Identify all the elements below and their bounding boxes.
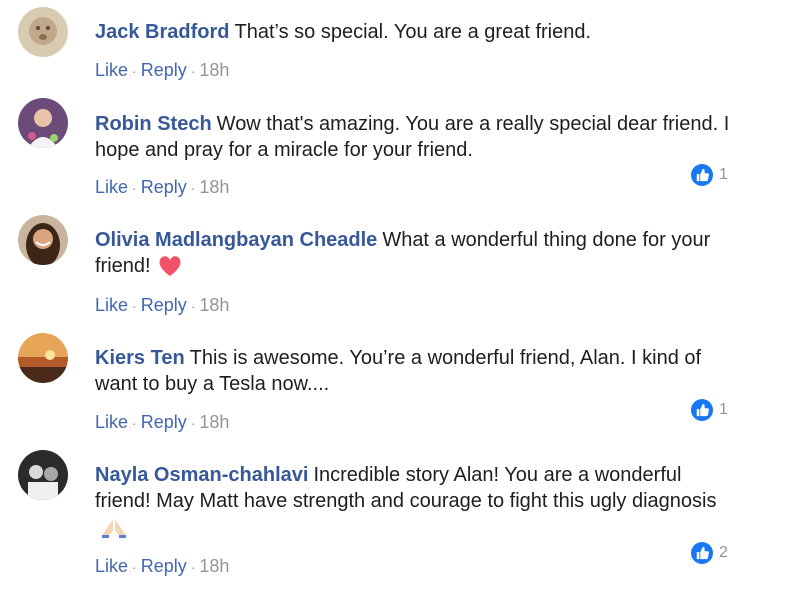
reaction-count: 2 — [719, 544, 728, 561]
comment-body: Robin Stech Wow that's amazing. You are a… — [95, 111, 735, 163]
comment-timestamp[interactable]: 18h — [199, 556, 229, 576]
comment-text: This is awesome. You’re a wonderful frie… — [95, 347, 702, 395]
comment-body: Nayla Osman-chahlavi Incredible story Ala… — [95, 462, 735, 546]
separator-dot: · — [190, 298, 196, 314]
reaction-summary[interactable]: 1 — [691, 399, 728, 421]
comment-text: That’s so special. You are a great frien… — [234, 21, 592, 43]
pray-emoji-icon — [101, 515, 127, 546]
reply-button[interactable]: Reply — [141, 295, 187, 315]
comment-author[interactable]: Kiers Ten — [95, 347, 185, 369]
avatar[interactable] — [18, 333, 68, 383]
reaction-summary[interactable]: 1 — [691, 164, 728, 186]
like-button[interactable]: Like — [95, 177, 128, 197]
heart-emoji-icon — [157, 254, 183, 285]
reaction-summary[interactable]: 2 — [691, 542, 728, 564]
thumbs-up-icon — [691, 542, 713, 564]
thumbs-up-icon — [691, 164, 713, 186]
comment-item: Olivia Madlangbayan Cheadle What a wonder… — [0, 210, 800, 325]
comment-actions: Like · Reply · 18h — [95, 59, 229, 82]
like-button[interactable]: Like — [95, 60, 128, 80]
comment-item: Jack Bradford That’s so special. You are … — [0, 0, 800, 90]
reply-button[interactable]: Reply — [141, 556, 187, 576]
comment-item: Kiers Ten This is awesome. You’re a wonde… — [0, 330, 800, 445]
avatar[interactable] — [18, 7, 68, 57]
reply-button[interactable]: Reply — [141, 412, 187, 432]
comment-body: Kiers Ten This is awesome. You’re a wonde… — [95, 345, 735, 397]
reaction-count: 1 — [719, 401, 728, 418]
comment-timestamp[interactable]: 18h — [199, 295, 229, 315]
comment-author[interactable]: Jack Bradford — [95, 21, 230, 43]
comment-actions: Like · Reply · 18h — [95, 294, 229, 317]
separator-dot: · — [132, 415, 137, 431]
separator-dot: · — [190, 180, 196, 196]
comment-author[interactable]: Olivia Madlangbayan Cheadle — [95, 229, 377, 251]
comment-timestamp[interactable]: 18h — [199, 177, 229, 197]
avatar[interactable] — [18, 215, 68, 265]
comment-body: Olivia Madlangbayan Cheadle What a wonder… — [95, 227, 735, 285]
separator-dot: · — [132, 559, 137, 575]
separator-dot: · — [190, 415, 196, 431]
separator-dot: · — [190, 63, 196, 79]
comment-actions: Like · Reply · 18h — [95, 411, 229, 434]
like-button[interactable]: Like — [95, 556, 128, 576]
comment-timestamp[interactable]: 18h — [199, 412, 229, 432]
comment-timestamp[interactable]: 18h — [199, 60, 229, 80]
comment-thread: Jack Bradford That’s so special. You are … — [0, 0, 800, 591]
avatar[interactable] — [18, 450, 68, 500]
separator-dot: · — [132, 180, 137, 196]
separator-dot: · — [132, 298, 137, 314]
comment-body: Jack Bradford That’s so special. You are … — [95, 19, 735, 45]
reply-button[interactable]: Reply — [141, 60, 187, 80]
avatar[interactable] — [18, 98, 68, 148]
reaction-count: 1 — [719, 166, 728, 183]
separator-dot: · — [190, 559, 196, 575]
reply-button[interactable]: Reply — [141, 177, 187, 197]
comment-item: Nayla Osman-chahlavi Incredible story Ala… — [0, 445, 800, 591]
comment-author[interactable]: Nayla Osman-chahlavi — [95, 464, 308, 486]
separator-dot: · — [132, 63, 137, 79]
comment-author[interactable]: Robin Stech — [95, 113, 212, 135]
comment-actions: Like · Reply · 18h — [95, 176, 229, 199]
like-button[interactable]: Like — [95, 295, 128, 315]
like-button[interactable]: Like — [95, 412, 128, 432]
comment-actions: Like · Reply · 18h — [95, 555, 229, 578]
thumbs-up-icon — [691, 399, 713, 421]
comment-item: Robin Stech Wow that's amazing. You are a… — [0, 95, 800, 205]
